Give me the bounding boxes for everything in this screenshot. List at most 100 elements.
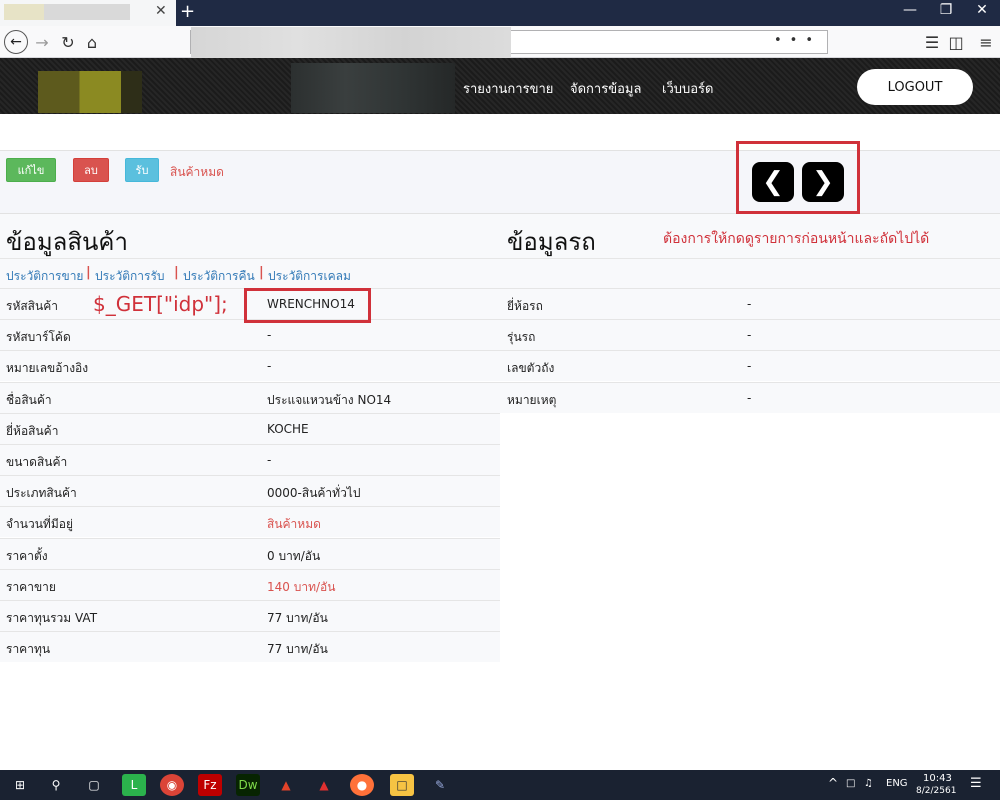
chrome-app-icon[interactable]: ◉ bbox=[160, 774, 184, 796]
url-bar[interactable]: ••• bbox=[190, 27, 828, 59]
row-value: 77 บาท/อัน bbox=[267, 611, 328, 625]
windows-start-icon[interactable]: ⊞ bbox=[8, 774, 32, 796]
row-value: - bbox=[267, 453, 272, 467]
home-icon[interactable]: ⌂ bbox=[80, 30, 104, 54]
row-label: เลขตัวถัง bbox=[507, 361, 555, 376]
taskbar-search-icon[interactable]: ⚲ bbox=[44, 774, 68, 796]
table-row: ประเภทสินค้า 0000-สินค้าทั่วไป bbox=[0, 475, 500, 507]
filezilla-app-icon[interactable]: Fz bbox=[198, 774, 222, 796]
row-label: ชื่อสินค้า bbox=[6, 392, 52, 407]
windows-taskbar: ⊞ ⚲ ▢ L ◉ Fz Dw ▲ ▲ ● □ ✎ ^ □ ♫ ENG 10:4… bbox=[0, 770, 1000, 800]
blurred-url bbox=[191, 27, 511, 59]
back-icon[interactable]: ← bbox=[4, 30, 28, 54]
table-row: ยี่ห้อรถ - bbox=[500, 288, 1000, 319]
table-row: ราคาขาย 140 บาท/อัน bbox=[0, 568, 500, 600]
site-header: รายงานการขาย จัดการข้อมูล เว็บบอร์ด LOGO… bbox=[0, 58, 1000, 114]
row-label: รุ่นรถ bbox=[507, 330, 536, 345]
delete-button[interactable]: ลบ bbox=[73, 158, 109, 182]
table-row: ยี่ห้อสินค้า KOCHE bbox=[0, 412, 500, 444]
stock-status: สินค้าหมด bbox=[170, 165, 224, 179]
firefox-app-icon[interactable]: ● bbox=[350, 774, 374, 796]
volume-icon[interactable]: ♫ bbox=[864, 778, 873, 789]
claim-history-link[interactable]: ประวัติการเคลม bbox=[268, 267, 351, 286]
row-label: ราคาทุน bbox=[6, 642, 51, 657]
blurred-favicon bbox=[4, 4, 44, 20]
blurred-tab-title bbox=[44, 4, 130, 20]
sidebar-icon[interactable]: ◫ bbox=[944, 30, 968, 54]
notification-icon[interactable]: ☰ bbox=[970, 776, 982, 791]
table-row: จำนวนที่มีอยู่ สินค้าหมด bbox=[0, 506, 500, 538]
return-history-link[interactable]: ประวัติการคืน bbox=[183, 267, 255, 286]
browser-nav-bar: ← → ↻ ⌂ ••• ☰ ◫ ≡ bbox=[0, 26, 1000, 59]
table-row: หมายเลขอ้างอิง - bbox=[0, 350, 500, 382]
browser-tab-strip: ✕ + — ❐ ✕ bbox=[0, 0, 1000, 26]
row-value: - bbox=[267, 359, 272, 374]
minimize-icon[interactable]: — bbox=[890, 2, 930, 18]
folder-app-icon[interactable]: □ bbox=[390, 774, 414, 796]
menu-icon[interactable]: ≡ bbox=[974, 30, 998, 54]
receive-history-link[interactable]: ประวัติการรับ bbox=[95, 267, 165, 286]
menu-sales-report[interactable]: รายงานการขาย bbox=[463, 78, 553, 99]
menu-webboard[interactable]: เว็บบอร์ด bbox=[662, 78, 713, 99]
row-label: หมายเลขอ้างอิง bbox=[6, 361, 89, 376]
row-label: รหัสบาร์โค้ด bbox=[6, 330, 71, 345]
reload-icon[interactable]: ↻ bbox=[56, 30, 80, 54]
browser-tab[interactable]: ✕ bbox=[0, 0, 176, 26]
row-value: ประแจแหวนข้าง NO14 bbox=[267, 392, 392, 407]
product-code-highlight bbox=[244, 288, 371, 323]
clock-time[interactable]: 10:43 bbox=[923, 773, 952, 784]
action-bar: แก้ไข ลบ รับ สินค้าหมด ❮ ❯ bbox=[0, 141, 1000, 214]
language-indicator[interactable]: ENG bbox=[886, 778, 908, 789]
sales-history-link[interactable]: ประวัติการขาย bbox=[6, 267, 83, 286]
separator: | bbox=[259, 265, 264, 280]
table-row: ชื่อสินค้า ประแจแหวนข้าง NO14 bbox=[0, 381, 500, 413]
maximize-icon[interactable]: ❐ bbox=[926, 2, 966, 18]
row-label: ประเภทสินค้า bbox=[6, 486, 77, 501]
row-label: ราคาตั้ง bbox=[6, 548, 48, 563]
table-row: ราคาทุนรวม VAT 77 บาท/อัน bbox=[0, 600, 500, 631]
edit-button[interactable]: แก้ไข bbox=[6, 158, 56, 182]
row-label: หมายเหตุ bbox=[507, 392, 557, 407]
next-arrow-icon[interactable]: ❯ bbox=[802, 162, 844, 202]
request-annotation: ต้องการให้กดดูรายการก่อนหน้าและถัดไปได้ bbox=[663, 231, 930, 247]
clock-date[interactable]: 8/2/2561 bbox=[916, 786, 956, 796]
line-app-icon[interactable]: L bbox=[122, 774, 146, 796]
table-row: รุ่นรถ - bbox=[500, 319, 1000, 351]
row-value: - bbox=[747, 297, 752, 311]
new-tab-icon[interactable]: + bbox=[180, 0, 195, 24]
paint-app-icon[interactable]: ✎ bbox=[428, 774, 452, 796]
product-info-title: ข้อมูลสินค้า bbox=[6, 228, 128, 256]
forward-icon[interactable]: → bbox=[30, 30, 54, 54]
logout-button[interactable]: LOGOUT bbox=[857, 69, 973, 105]
receive-button[interactable]: รับ bbox=[125, 158, 159, 182]
menu-manage-data[interactable]: จัดการข้อมูล bbox=[570, 78, 641, 99]
close-window-icon[interactable]: ✕ bbox=[962, 2, 1000, 18]
close-tab-icon[interactable]: ✕ bbox=[155, 3, 167, 19]
row-value: - bbox=[267, 328, 272, 343]
task-view-icon[interactable]: ▢ bbox=[82, 774, 106, 796]
library-icon[interactable]: ☰ bbox=[920, 30, 944, 54]
tray-chevron-icon[interactable]: ^ bbox=[828, 776, 838, 790]
nav-arrows-highlight: ❮ ❯ bbox=[736, 141, 860, 214]
row-label: ราคาขาย bbox=[6, 579, 56, 594]
row-label: ยี่ห้อรถ bbox=[507, 299, 543, 313]
section-headings: ข้อมูลสินค้า ข้อมูลรถ ต้องการให้กดดูรายก… bbox=[0, 214, 1000, 258]
get-param-annotation: $_GET["idp"]; bbox=[93, 292, 228, 316]
separator: | bbox=[174, 265, 179, 280]
gitlab-app-icon[interactable]: ▲ bbox=[274, 774, 298, 796]
site-banner bbox=[291, 63, 455, 113]
separator: | bbox=[86, 265, 91, 280]
product-info-table: รหัสสินค้า WRENCHNO14 รหัสบาร์โค้ด - หมายเลข… bbox=[0, 288, 500, 663]
row-value: 140 บาท/อัน bbox=[267, 579, 336, 594]
row-value: 77 บาท/อัน bbox=[267, 642, 328, 657]
row-label: ยี่ห้อสินค้า bbox=[6, 423, 59, 438]
dreamweaver-app-icon[interactable]: Dw bbox=[236, 774, 260, 796]
app-icon[interactable]: ▲ bbox=[312, 774, 336, 796]
previous-arrow-icon[interactable]: ❮ bbox=[752, 162, 794, 202]
row-value: สินค้าหมด bbox=[267, 517, 321, 532]
row-value: - bbox=[747, 359, 752, 374]
row-value: - bbox=[747, 328, 752, 343]
page-actions-icon[interactable]: ••• bbox=[774, 33, 821, 48]
row-value: KOCHE bbox=[267, 421, 309, 436]
network-icon[interactable]: □ bbox=[846, 778, 855, 789]
